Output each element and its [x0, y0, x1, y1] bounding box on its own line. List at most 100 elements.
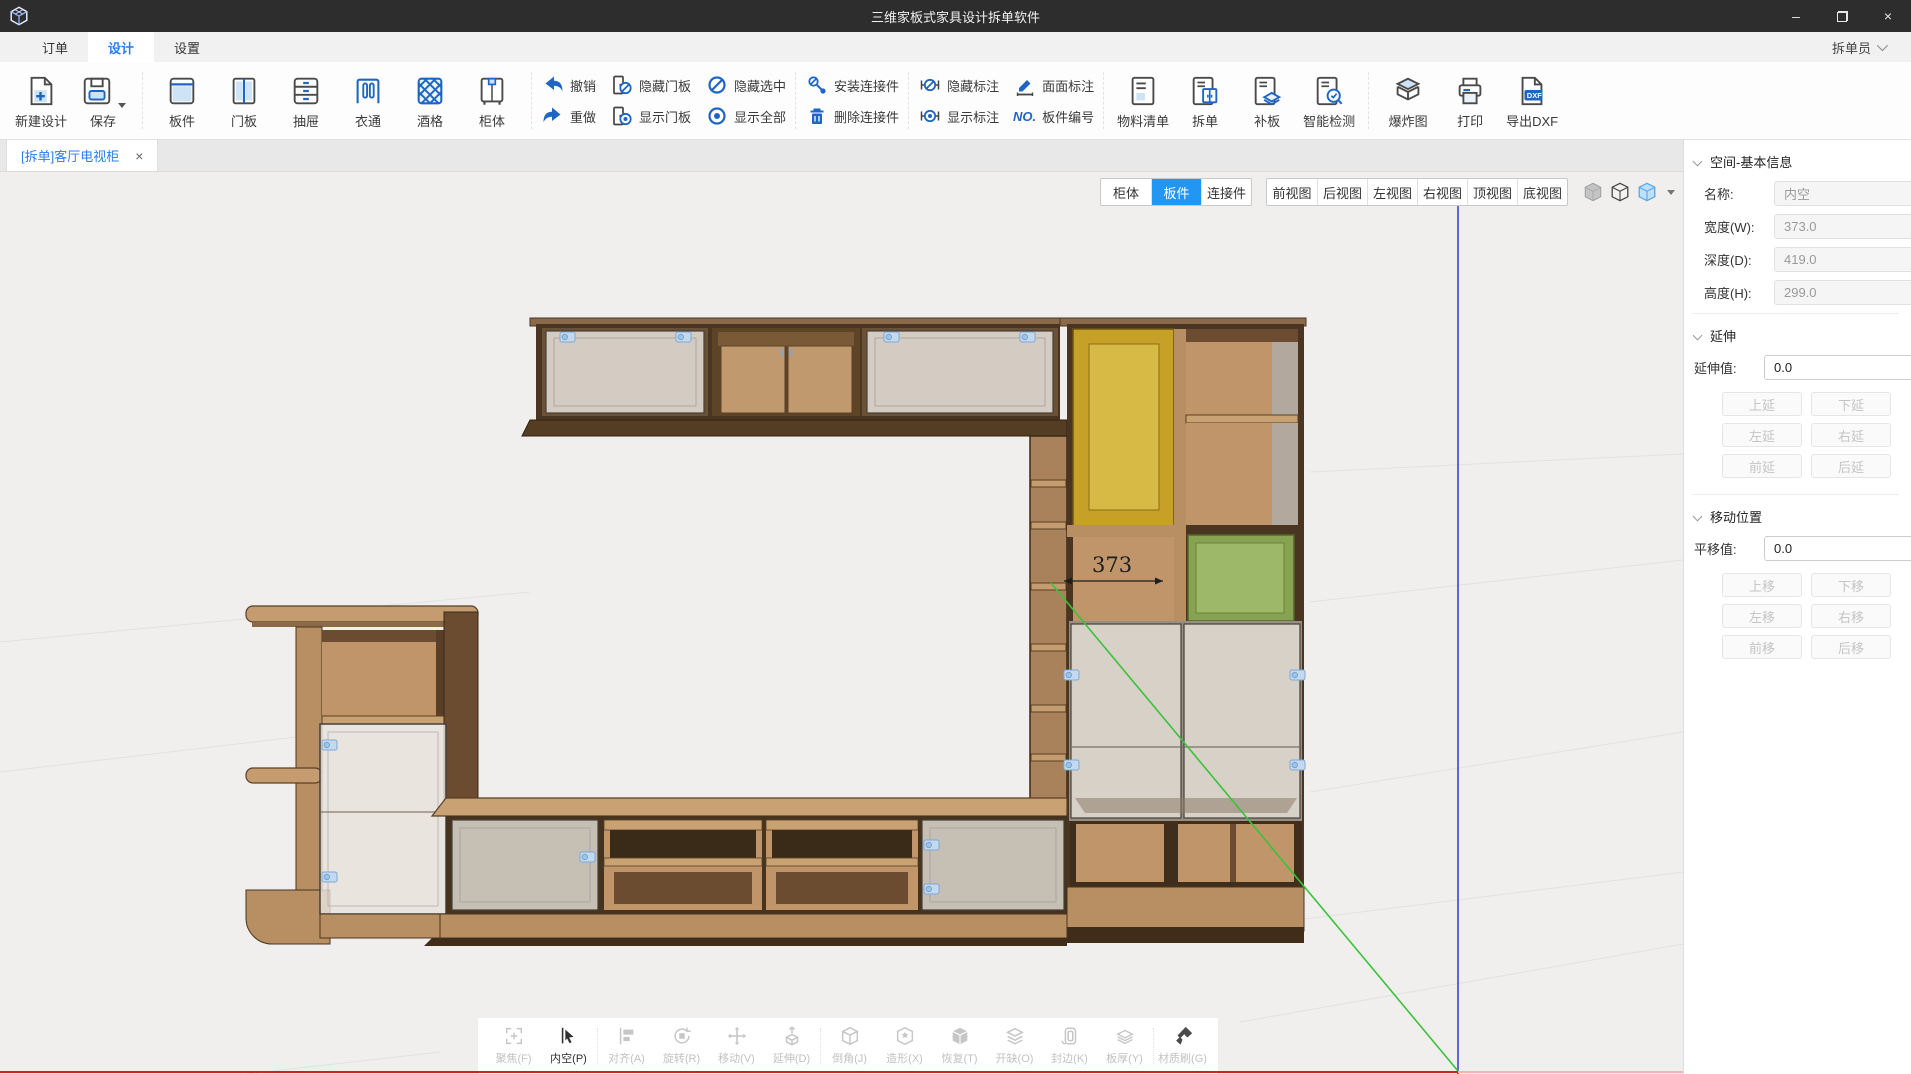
tool-panel-thickness[interactable]: 板厚(Y)	[1097, 1018, 1152, 1074]
tool-shape[interactable]: 造形(X)	[877, 1018, 932, 1074]
material-list-button[interactable]: 物料清单	[1112, 72, 1174, 130]
cabinet-body-button[interactable]: 柜体	[461, 72, 523, 130]
main-toolbar: 新建设计 保存 板件	[0, 62, 1911, 140]
section-basic-info-header[interactable]: 空间-基本信息	[1692, 150, 1899, 181]
menu-tab-design[interactable]: 设计	[88, 32, 154, 62]
minimize-button[interactable]: –	[1773, 0, 1819, 32]
split-order-button[interactable]: 拆单	[1174, 72, 1236, 130]
view-top-button[interactable]: 顶视图	[1467, 179, 1517, 205]
undo-icon	[541, 74, 564, 97]
scene-svg[interactable]: 373	[0, 172, 1683, 1074]
toolbar-separator	[597, 1028, 598, 1064]
document-tab-label: [拆单]客厅电视柜	[21, 146, 119, 165]
face-dimension-button[interactable]: 面面标注	[1013, 73, 1094, 97]
show-all-button[interactable]: 显示全部	[705, 104, 786, 128]
mode-connector-button[interactable]: 连接件	[1201, 179, 1251, 205]
tool-move[interactable]: 移动(V)	[709, 1018, 764, 1074]
panel-number-button[interactable]: NO. 板件编号	[1013, 104, 1094, 128]
name-field	[1774, 181, 1911, 206]
shading-dropdown-icon[interactable]	[1667, 190, 1675, 195]
right-tall-unit[interactable]	[1056, 318, 1306, 943]
hide-dimensions-button[interactable]: 隐藏标注	[918, 73, 999, 97]
move-up-button[interactable]: 上移	[1722, 573, 1802, 597]
menu-tab-order[interactable]: 订单	[22, 32, 88, 62]
tool-extend[interactable]: 延伸(D)	[764, 1018, 819, 1074]
new-design-button[interactable]: 新建设计	[10, 72, 72, 130]
exploded-view-button[interactable]: 爆炸图	[1377, 72, 1439, 130]
smart-check-button[interactable]: 智能检测	[1298, 72, 1360, 130]
show-doors-button[interactable]: 显示门板	[610, 104, 691, 128]
drawer-button[interactable]: 抽屉	[275, 72, 337, 130]
extend-up-button[interactable]: 上延	[1722, 392, 1802, 416]
view-left-button[interactable]: 左视图	[1367, 179, 1417, 205]
section-divider	[1692, 494, 1899, 495]
user-role-dropdown[interactable]: 拆单员	[1832, 32, 1911, 62]
clothes-rail-button[interactable]: 衣通	[337, 72, 399, 130]
tool-restore[interactable]: 恢复(T)	[932, 1018, 987, 1074]
extend-right-button[interactable]: 右延	[1811, 423, 1891, 447]
shading-solid-icon[interactable]	[1582, 181, 1604, 203]
move-down-button[interactable]: 下移	[1811, 573, 1891, 597]
tv-bench[interactable]	[424, 798, 1067, 946]
mode-cabinet-button[interactable]: 柜体	[1101, 179, 1151, 205]
menu-tab-settings[interactable]: 设置	[154, 32, 220, 62]
install-connector-button[interactable]: 安装连接件	[805, 73, 899, 97]
wine-rack-button[interactable]: 酒格	[399, 72, 461, 130]
user-role-label: 拆单员	[1832, 38, 1871, 57]
view-bottom-button[interactable]: 底视图	[1517, 179, 1567, 205]
mode-panel-button[interactable]: 板件	[1151, 179, 1201, 205]
save-dropdown-icon[interactable]	[118, 103, 126, 108]
show-dimensions-button[interactable]: 显示标注	[918, 104, 999, 128]
tool-edge-band[interactable]: 封边(K)	[1042, 1018, 1097, 1074]
extend-value-input[interactable]	[1764, 355, 1911, 380]
tool-notch[interactable]: 开缺(O)	[987, 1018, 1042, 1074]
extend-down-button[interactable]: 下延	[1811, 392, 1891, 416]
redo-button[interactable]: 重做	[541, 104, 596, 128]
undo-button[interactable]: 撤销	[541, 73, 596, 97]
svg-text:373: 373	[1092, 553, 1132, 577]
panel-button[interactable]: 板件	[151, 72, 213, 130]
hide-doors-button[interactable]: 隐藏门板	[610, 73, 691, 97]
patch-panel-button[interactable]: 补板	[1236, 72, 1298, 130]
save-button[interactable]: 保存	[72, 72, 134, 130]
extend-back-button[interactable]: 后延	[1811, 454, 1891, 478]
tool-inner-space[interactable]: 内空(P)	[541, 1018, 596, 1074]
shading-wireframe-icon[interactable]	[1609, 181, 1631, 203]
move-front-button[interactable]: 前移	[1722, 635, 1802, 659]
tool-chamfer[interactable]: 倒角(J)	[822, 1018, 877, 1074]
print-button[interactable]: 打印	[1439, 72, 1501, 130]
move-right-button[interactable]: 右移	[1811, 604, 1891, 628]
height-field	[1774, 280, 1911, 305]
extend-front-button[interactable]: 前延	[1722, 454, 1802, 478]
view-back-button[interactable]: 后视图	[1317, 179, 1367, 205]
tool-rotate[interactable]: 旋转(R)	[654, 1018, 709, 1074]
restore-button[interactable]	[1819, 0, 1865, 32]
left-unit[interactable]	[246, 606, 478, 944]
document-tab[interactable]: [拆单]客厅电视柜 ×	[6, 140, 158, 171]
depth-field	[1774, 247, 1911, 272]
shading-transparent-icon[interactable]	[1636, 181, 1658, 203]
view-front-button[interactable]: 前视图	[1267, 179, 1317, 205]
move-value-input[interactable]	[1764, 536, 1911, 561]
tool-align[interactable]: 对齐(A)	[599, 1018, 654, 1074]
move-left-button[interactable]: 左移	[1722, 604, 1802, 628]
3d-viewport[interactable]: 373 柜体 板件 连接件 前视图 后视图	[0, 172, 1683, 1074]
section-divider	[1692, 313, 1899, 314]
section-extend-header[interactable]: 延伸	[1692, 324, 1899, 355]
tool-focus[interactable]: 聚焦(F)	[486, 1018, 541, 1074]
export-dxf-button[interactable]: DXF 导出DXF	[1501, 72, 1563, 130]
door-panel-button[interactable]: 门板	[213, 72, 275, 130]
extend-left-button[interactable]: 左延	[1722, 423, 1802, 447]
move-back-button[interactable]: 后移	[1811, 635, 1891, 659]
upper-cabinet-row[interactable]	[522, 318, 1067, 436]
hide-selected-button[interactable]: 隐藏选中	[705, 73, 786, 97]
tool-material-brush[interactable]: 材质刷(G)	[1155, 1018, 1210, 1074]
view-right-button[interactable]: 右视图	[1417, 179, 1467, 205]
tab-close-icon[interactable]: ×	[135, 148, 143, 164]
narrow-shelf-column[interactable]	[1030, 436, 1067, 800]
width-label: 宽度(W):	[1704, 217, 1774, 236]
delete-connector-button[interactable]: 删除连接件	[805, 104, 899, 128]
close-button[interactable]: ×	[1865, 0, 1911, 32]
section-move-header[interactable]: 移动位置	[1692, 505, 1899, 536]
toolbar-separator	[1368, 72, 1369, 129]
